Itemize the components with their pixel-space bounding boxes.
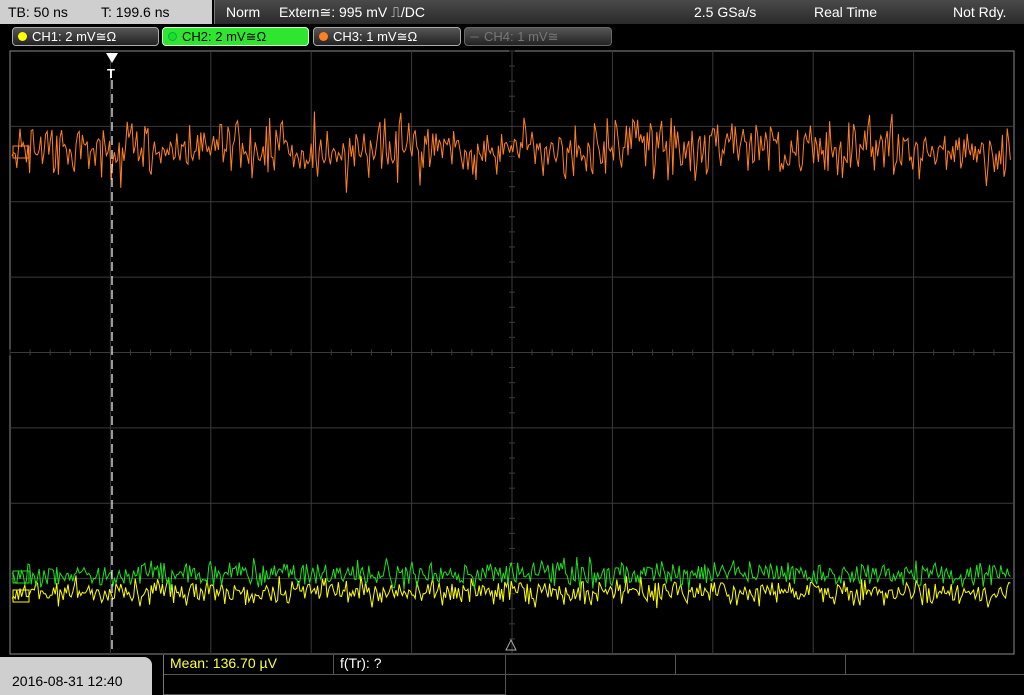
measurement-cell-empty-4[interactable] — [164, 675, 506, 695]
measurement-cell-mean[interactable]: Mean: 136.70 µV — [164, 655, 334, 675]
measurement-panel: Mean: 136.70 µV f(Tr): ? — [163, 655, 1024, 695]
measurement-cell-empty-3[interactable] — [846, 655, 1024, 675]
measurement-cell-ftr[interactable]: f(Tr): ? — [334, 655, 506, 675]
waveform-display[interactable]: T — [0, 0, 1024, 655]
datetime-box: 2016-08-31 12:40 — [0, 657, 152, 695]
bottom-bar: 2016-08-31 12:40 Mean: 136.70 µV f(Tr): … — [0, 655, 1024, 695]
mean-measurement-label: Mean: 136.70 µV — [170, 655, 277, 671]
measurement-cell-empty-1[interactable] — [506, 655, 676, 675]
datetime-label: 2016-08-31 12:40 — [12, 673, 123, 689]
ftr-measurement-label: f(Tr): ? — [340, 655, 382, 671]
measurement-cell-empty-2[interactable] — [676, 655, 846, 675]
trigger-t-label: T — [107, 66, 115, 81]
